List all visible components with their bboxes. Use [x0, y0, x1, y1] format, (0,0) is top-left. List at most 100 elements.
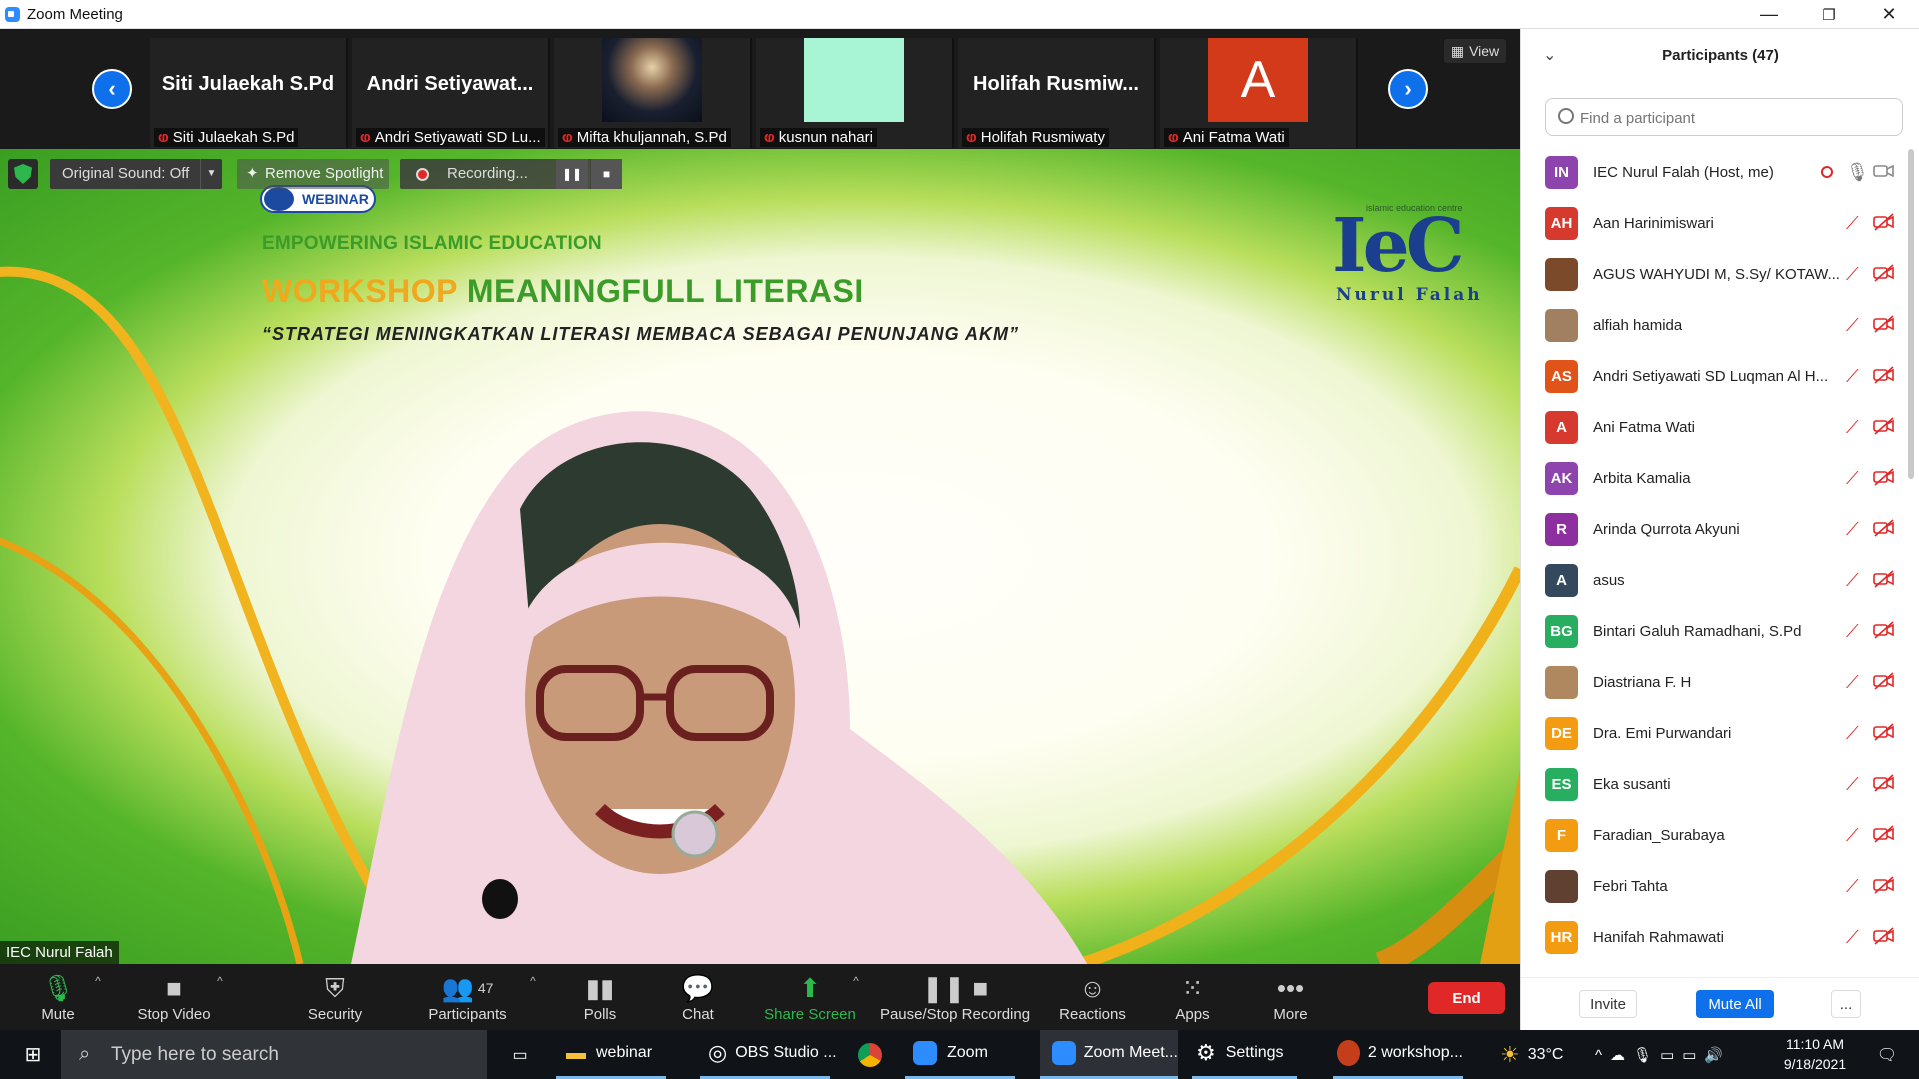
mic-muted-icon[interactable]: ⟋ [1846, 876, 1859, 897]
video-off-icon[interactable] [1873, 875, 1895, 895]
stop-recording-button[interactable]: ■ [590, 159, 622, 189]
participant-row[interactable]: HR Hanifah Rahmawati ⟋ [1521, 912, 1901, 963]
mic-muted-icon[interactable]: ⟋ [1846, 825, 1859, 846]
taskbar-app[interactable]: Zoom [905, 1030, 1015, 1079]
taskbar-search[interactable]: ⌕ Type here to search [61, 1030, 487, 1079]
remove-spotlight-button[interactable]: ✦ Remove Spotlight [237, 159, 389, 189]
mic-muted-icon[interactable]: ⟋ [1846, 213, 1859, 234]
scrollbar[interactable] [1908, 149, 1914, 479]
start-button[interactable]: ⊞ [18, 1030, 48, 1079]
original-sound-toggle[interactable]: Original Sound: Off ▼ [50, 159, 222, 189]
thumbnail[interactable]: Siti Julaekah S.Pd ⱷ Siti Julaekah S.Pd [150, 38, 348, 148]
microphone-icon[interactable]: 🎙 [1846, 162, 1869, 183]
participant-row[interactable]: F Faradian_Surabaya ⟋ [1521, 810, 1901, 861]
thumbnail[interactable]: Holifah Rusmiw... ⱷ Holifah Rusmiwaty [958, 38, 1156, 148]
mic-muted-icon[interactable]: ⟋ [1846, 927, 1859, 948]
more-options-button[interactable]: ... [1831, 990, 1861, 1018]
reactions-button[interactable]: ☺ Reactions [1055, 964, 1130, 1030]
video-off-icon[interactable] [1873, 263, 1895, 283]
participant-row[interactable]: AK Arbita Kamalia ⟋ [1521, 453, 1901, 504]
weather-widget[interactable]: ☀ 33°C [1500, 1030, 1563, 1079]
video-off-icon[interactable] [1873, 773, 1895, 793]
pause-recording-button[interactable]: ❚❚ [556, 159, 588, 189]
video-off-icon[interactable] [1873, 671, 1895, 691]
participant-row[interactable]: IN IEC Nurul Falah (Host, me) 🎙 [1521, 147, 1901, 198]
video-off-icon[interactable] [1873, 212, 1895, 232]
participants-options-caret[interactable]: ^ [523, 964, 543, 1030]
mic-muted-icon[interactable]: ⟋ [1846, 621, 1859, 642]
close-button[interactable]: ✕ [1859, 0, 1919, 29]
video-off-icon[interactable] [1873, 314, 1895, 334]
participant-row[interactable]: BG Bintari Galuh Ramadhani, S.Pd ⟋ [1521, 606, 1901, 657]
invite-button[interactable]: Invite [1579, 990, 1637, 1018]
mic-muted-icon[interactable]: ⟋ [1846, 468, 1859, 489]
apps-button[interactable]: ⁙ Apps [1165, 964, 1220, 1030]
video-off-icon[interactable] [1873, 518, 1895, 538]
taskbar-app[interactable]: ◎ OBS Studio ... [700, 1030, 837, 1079]
participant-row[interactable]: R Arinda Qurrota Akyuni ⟋ [1521, 504, 1901, 555]
end-meeting-button[interactable]: End [1428, 982, 1505, 1014]
participant-row[interactable]: Aasus ⟋ [1521, 555, 1901, 606]
pause-stop-recording-button[interactable]: ❚❚ ■ Pause/Stop Recording [880, 964, 1030, 1030]
system-tray[interactable]: ^☁🎙▭▭🔊 [1595, 1030, 1731, 1079]
video-off-icon[interactable] [1873, 467, 1895, 487]
video-off-icon[interactable] [1873, 416, 1895, 436]
taskbar-app[interactable]: ⚙ Settings [1192, 1030, 1297, 1079]
participant-row[interactable]: AGUS WAHYUDI M, S.Sy/ KOTAW... ⟋ [1521, 249, 1901, 300]
video-off-icon[interactable] [1873, 569, 1895, 589]
strip-prev-button[interactable]: ‹ [92, 69, 132, 109]
strip-next-button[interactable]: › [1388, 69, 1428, 109]
mic-muted-icon[interactable]: ⟋ [1846, 723, 1859, 744]
participant-row[interactable]: Diastriana F. H ⟋ [1521, 657, 1901, 708]
polls-button[interactable]: ▮▮ Polls [570, 964, 630, 1030]
participant-search[interactable] [1545, 98, 1903, 136]
mic-muted-icon[interactable]: ⟋ [1846, 264, 1859, 285]
mic-muted-icon[interactable]: ⟋ [1846, 774, 1859, 795]
dropdown-arrow-icon[interactable]: ▼ [200, 159, 222, 189]
video-off-icon[interactable] [1873, 722, 1895, 742]
mic-muted-icon[interactable]: ⟋ [1846, 672, 1859, 693]
video-off-icon[interactable] [1873, 365, 1895, 385]
mic-muted-icon[interactable]: ⟋ [1846, 366, 1859, 387]
mic-muted-icon[interactable]: ⟋ [1846, 570, 1859, 591]
mic-muted-icon[interactable]: ⟋ [1846, 417, 1859, 438]
taskbar-app[interactable]: 2 workshop... [1333, 1030, 1463, 1079]
view-button[interactable]: ▦ View [1444, 39, 1506, 63]
video-options-caret[interactable]: ^ [210, 964, 230, 1030]
share-options-caret[interactable]: ^ [846, 964, 866, 1030]
participant-row[interactable]: AH Aan Harinimiswari ⟋ [1521, 198, 1901, 249]
participant-row[interactable]: Febri Tahta ⟋ [1521, 861, 1901, 912]
taskbar-app-active[interactable]: Zoom Meet... [1040, 1030, 1178, 1079]
stop-video-button[interactable]: ■ Stop Video [128, 964, 220, 1030]
video-camera-icon[interactable] [1873, 161, 1895, 181]
search-input[interactable] [1580, 105, 1890, 131]
video-off-icon[interactable] [1873, 824, 1895, 844]
chrome-button[interactable] [855, 1030, 885, 1079]
mute-all-button[interactable]: Mute All [1696, 990, 1774, 1018]
restore-button[interactable]: ❐ [1799, 0, 1859, 29]
participants-button[interactable]: 👥 47 Participants [420, 964, 515, 1030]
share-screen-button[interactable]: ⬆ Share Screen [760, 964, 860, 1030]
minimize-button[interactable]: — [1739, 0, 1799, 29]
thumbnail[interactable]: Andri Setiyawat... ⱷ Andri Setiyawati SD … [352, 38, 550, 148]
participant-row[interactable]: AS Andri Setiyawati SD Luqman Al H... ⟋ [1521, 351, 1901, 402]
thumbnail[interactable]: ⱷ Mifta khuljannah, S.Pd [554, 38, 752, 148]
thumbnail[interactable]: A ⱷ Ani Fatma Wati [1160, 38, 1358, 148]
mic-muted-icon[interactable]: ⟋ [1846, 519, 1859, 540]
audio-options-caret[interactable]: ^ [88, 964, 108, 1030]
chat-button[interactable]: 💬 Chat [668, 964, 728, 1030]
thumbnail[interactable]: ⱷ kusnun nahari [756, 38, 954, 148]
encryption-shield-icon[interactable] [8, 159, 38, 189]
mic-muted-icon[interactable]: ⟋ [1846, 315, 1859, 336]
taskbar-app[interactable]: ▬ webinar [556, 1030, 666, 1079]
participant-row[interactable]: A Ani Fatma Wati ⟋ [1521, 402, 1901, 453]
notifications-button[interactable]: 🗨 [1872, 1030, 1902, 1079]
clock[interactable]: 11:10 AM 9/18/2021 [1770, 1034, 1860, 1074]
mute-button[interactable]: 🎙 Mute [28, 964, 88, 1030]
video-off-icon[interactable] [1873, 620, 1895, 640]
participant-row[interactable]: DE Dra. Emi Purwandari ⟋ [1521, 708, 1901, 759]
participant-row[interactable]: alfiah hamida ⟋ [1521, 300, 1901, 351]
video-off-icon[interactable] [1873, 926, 1895, 946]
participant-row[interactable]: ES Eka susanti ⟋ [1521, 759, 1901, 810]
more-button[interactable]: ••• More [1263, 964, 1318, 1030]
